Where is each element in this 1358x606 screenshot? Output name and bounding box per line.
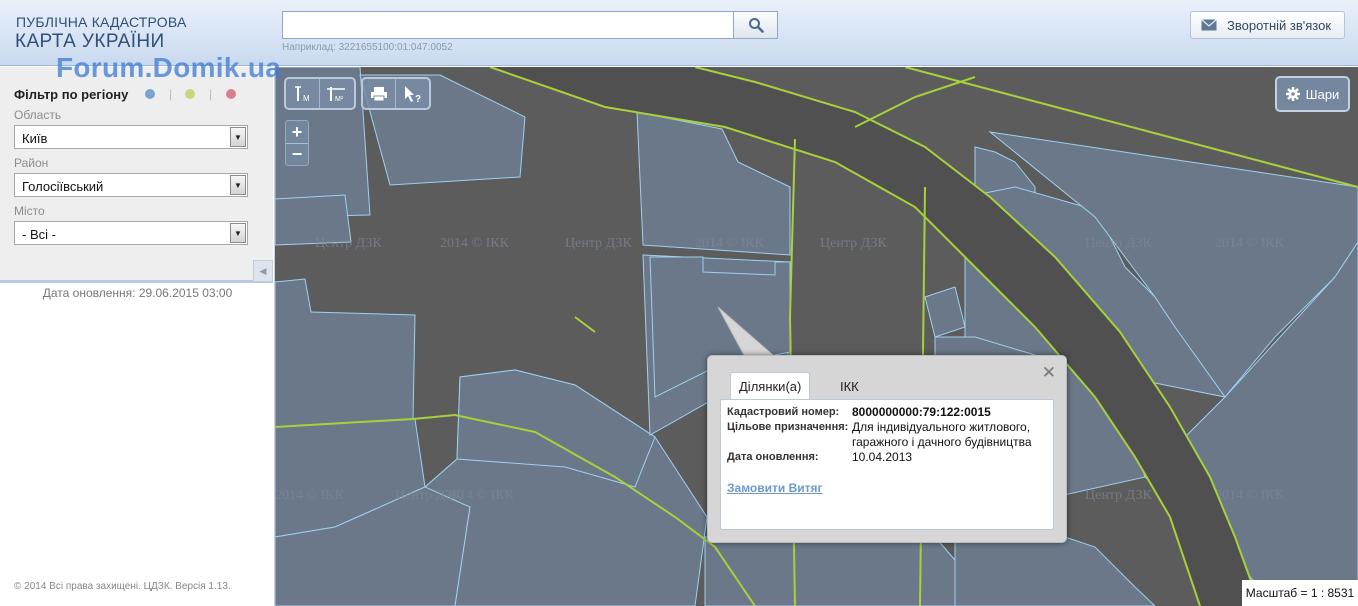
envelope-icon xyxy=(1201,19,1217,31)
district-select[interactable]: Голосіївський ▼ xyxy=(14,173,248,197)
chevron-down-icon[interactable]: ▼ xyxy=(230,223,246,243)
sidebar: Фільтр по регіону | | Область Київ ▼ Рай… xyxy=(0,67,275,606)
info-toolbar: ? xyxy=(361,77,431,110)
svg-text:2014 © ІКК: 2014 © ІКК xyxy=(440,236,510,251)
chevron-down-icon[interactable]: ▼ xyxy=(230,127,246,147)
region-value: Київ xyxy=(22,131,48,146)
print-button[interactable] xyxy=(363,79,397,108)
svg-text:Центр ДЗК: Центр ДЗК xyxy=(1085,488,1153,503)
filter-title: Фільтр по регіону xyxy=(14,87,129,102)
tab-parcels[interactable]: Ділянки(а) xyxy=(730,372,811,400)
svg-text:2014 © ІКК: 2014 © ІКК xyxy=(1215,236,1285,251)
search-hint: Наприклад: 3221655100:01:047:0052 xyxy=(282,42,453,53)
district-value: Голосіївський xyxy=(22,179,104,194)
layers-button[interactable]: Шари xyxy=(1275,76,1350,112)
print-icon xyxy=(371,86,387,101)
parcel-info-popup: ✕ Ділянки(а) ІКК Кадастровий номер: 8000… xyxy=(707,355,1067,543)
measure-distance-button[interactable]: М xyxy=(286,79,320,108)
copyright: © 2014 Всі права захищені. ЦДЗК. Версія … xyxy=(14,581,231,592)
region-filter-panel: Фільтр по регіону | | Область Київ ▼ Рай… xyxy=(0,67,273,283)
layers-label: Шари xyxy=(1305,86,1340,102)
region-select[interactable]: Київ ▼ xyxy=(14,125,248,149)
close-icon[interactable]: ✕ xyxy=(1042,363,1056,383)
svg-text:?: ? xyxy=(415,94,421,104)
divider: | xyxy=(169,87,173,101)
gear-icon xyxy=(1285,87,1300,101)
search-button[interactable] xyxy=(733,11,778,39)
cadastral-number-value: 8000000000:79:122:0015 xyxy=(852,405,991,419)
blue-dot[interactable] xyxy=(145,89,155,99)
svg-text:Центр ДЗК: Центр ДЗК xyxy=(1085,236,1153,251)
chevron-down-icon[interactable]: ▼ xyxy=(230,175,246,195)
order-extract-link[interactable]: Замовити Витяг xyxy=(727,481,823,495)
scale-indicator: Масштаб = 1 : 8531 xyxy=(1242,580,1358,606)
zoom-in-button[interactable]: + xyxy=(286,121,308,143)
measure-area-unit-label: М² xyxy=(335,96,344,103)
city-label: Місто xyxy=(14,204,45,218)
city-select[interactable]: - Всі - ▼ xyxy=(14,221,248,245)
zoom-out-button[interactable]: − xyxy=(286,143,308,165)
purpose-label: Цільове призначення: xyxy=(727,421,849,433)
svg-text:Центр ДЗК: Центр ДЗК xyxy=(315,236,383,251)
search-icon xyxy=(748,18,764,33)
cadastral-number-label: Кадастровий номер: xyxy=(727,406,840,418)
collapse-sidebar-button[interactable]: ◀ xyxy=(253,260,273,282)
feedback-label: Зворотній зв'язок xyxy=(1227,17,1332,33)
feedback-button[interactable]: Зворотній зв'язок xyxy=(1190,11,1345,39)
update-date: Дата оновлення: 29.06.2015 03:00 xyxy=(42,286,233,300)
red-dot[interactable] xyxy=(226,89,236,99)
tab-ikk[interactable]: ІКК xyxy=(832,372,867,400)
district-label: Район xyxy=(14,156,49,170)
parcel-info-content: Кадастровий номер: 8000000000:79:122:001… xyxy=(720,399,1054,530)
divider: | xyxy=(209,87,213,101)
svg-text:Центр ДЗК: Центр ДЗК xyxy=(820,236,888,251)
purpose-value-line1: Для індивідуального житлового, xyxy=(852,420,1031,434)
region-label: Область xyxy=(14,108,62,122)
update-date-value: 10.04.2013 xyxy=(852,450,913,464)
purpose-value-line2: гаражного і дачного будівництва xyxy=(852,435,1032,449)
measure-area-button[interactable]: М² xyxy=(320,79,354,108)
update-date-label: Дата оновлення: xyxy=(727,451,819,463)
svg-text:2014 © ІКК: 2014 © ІКК xyxy=(695,236,765,251)
zoom-control: + − xyxy=(285,120,309,166)
city-value: - Всі - xyxy=(22,227,56,242)
area-icon: М² xyxy=(327,86,345,103)
svg-text:2014 © ІКК: 2014 © ІКК xyxy=(1215,488,1285,503)
measure-toolbar: М М² xyxy=(284,77,356,110)
search-input[interactable] xyxy=(282,11,734,39)
svg-text:2014 © ІКК: 2014 © ІКК xyxy=(275,488,345,503)
logo-title-line1: ПУБЛІЧНА КАДАСТРОВА xyxy=(16,14,187,30)
identify-button[interactable]: ? xyxy=(396,79,429,108)
cursor-question-icon: ? xyxy=(404,85,421,104)
measure-unit-label: М xyxy=(303,94,310,103)
watermark: Forum.Domik.ua xyxy=(56,52,282,83)
ruler-icon: М xyxy=(294,85,310,103)
logo-title-line2: КАРТА УКРАЇНИ xyxy=(15,31,165,52)
green-dot[interactable] xyxy=(185,89,195,99)
map-canvas[interactable]: Центр ДЗК 2014 © ІКК Центр ДЗК 2014 © ІК… xyxy=(275,67,1358,606)
svg-text:Центр ДЗК: Центр ДЗК xyxy=(565,236,633,251)
svg-text:2014 © ІКК: 2014 © ІКК xyxy=(445,488,515,503)
